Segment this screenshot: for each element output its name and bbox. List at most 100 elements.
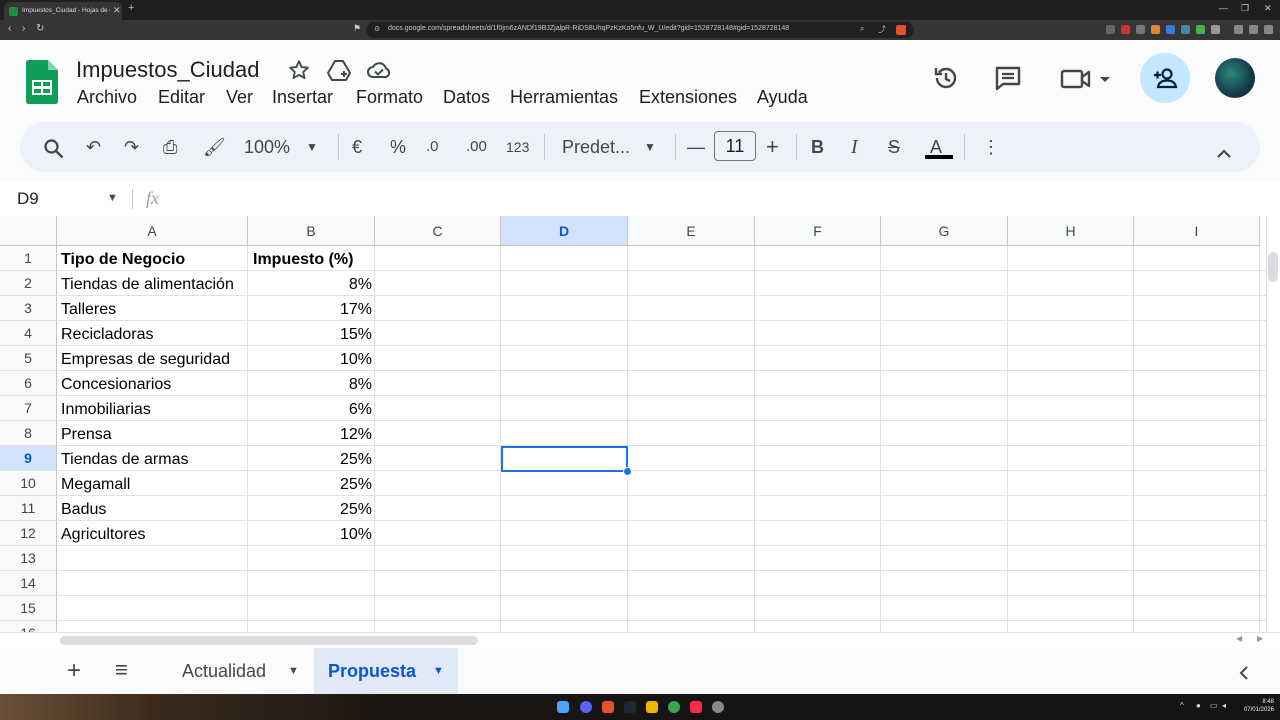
column-header-e[interactable]: E xyxy=(628,216,755,246)
extension-icon[interactable] xyxy=(1181,25,1190,34)
cell-a9[interactable]: Tiendas de armas xyxy=(61,447,246,472)
row-header-9[interactable]: 9 xyxy=(0,446,57,471)
cell-b3[interactable]: 17% xyxy=(252,297,372,322)
row-header-2[interactable]: 2 xyxy=(0,271,57,296)
minimize-icon[interactable]: — xyxy=(1219,3,1228,13)
menu-ver[interactable]: Ver xyxy=(226,87,253,108)
extension-icon[interactable] xyxy=(1121,25,1130,34)
mic-icon[interactable]: ● xyxy=(1196,701,1201,710)
column-header-i[interactable]: I xyxy=(1134,216,1260,246)
column-header-h[interactable]: H xyxy=(1008,216,1134,246)
more-options-icon[interactable]: ⋮ xyxy=(982,134,1000,160)
tray-expand-icon[interactable]: ^ xyxy=(1180,701,1184,710)
extension-icon[interactable] xyxy=(1211,25,1220,34)
music-icon[interactable] xyxy=(690,701,702,713)
row-header-11[interactable]: 11 xyxy=(0,496,57,521)
column-header-g[interactable]: G xyxy=(881,216,1008,246)
extension-icon[interactable] xyxy=(1196,25,1205,34)
volume-icon[interactable]: ◂ xyxy=(1222,701,1226,710)
cell-a12[interactable]: Agricultores xyxy=(61,522,246,547)
zoom-icon[interactable]: ⌕ xyxy=(860,24,864,34)
new-tab-icon[interactable]: + xyxy=(128,2,134,14)
percent-button[interactable]: % xyxy=(390,134,406,160)
cell-b4[interactable]: 15% xyxy=(252,322,372,347)
reload-icon[interactable]: ↻ xyxy=(36,23,44,34)
collapse-menus-icon[interactable] xyxy=(1216,140,1232,166)
vertical-scroll-thumb[interactable] xyxy=(1268,252,1278,282)
back-icon[interactable]: ‹ xyxy=(8,23,11,34)
cell-b2[interactable]: 8% xyxy=(252,272,372,297)
increase-font-size-icon[interactable]: + xyxy=(766,134,779,160)
cell-b12[interactable]: 10% xyxy=(252,522,372,547)
cell-a3[interactable]: Talleres xyxy=(61,297,246,322)
menu-ayuda[interactable]: Ayuda xyxy=(757,87,808,108)
row-header-8[interactable]: 8 xyxy=(0,421,57,446)
row-header-14[interactable]: 14 xyxy=(0,571,57,596)
network-icon[interactable]: ▭ xyxy=(1210,701,1218,710)
column-header-b[interactable]: B xyxy=(248,216,375,246)
restore-icon[interactable]: ❐ xyxy=(1241,3,1249,14)
spreadsheet-grid[interactable]: ABCDEFGHI 12345678910111213141516 Tipo d… xyxy=(0,216,1266,632)
row-header-13[interactable]: 13 xyxy=(0,546,57,571)
avatar[interactable] xyxy=(1215,58,1255,98)
cell-a10[interactable]: Megamall xyxy=(61,472,246,497)
scroll-right-icon[interactable]: ▶ xyxy=(1257,634,1263,643)
cell-b1[interactable]: Impuesto (%) xyxy=(253,247,373,272)
comments-icon[interactable] xyxy=(994,65,1022,91)
browser-tab[interactable]: Impuestos_Ciudad - Hojas de cál ✕ xyxy=(4,2,122,20)
row-header-3[interactable]: 3 xyxy=(0,296,57,321)
cell-a11[interactable]: Badus xyxy=(61,497,246,522)
cell-a6[interactable]: Concesionarios xyxy=(61,372,246,397)
scroll-left-icon[interactable]: ◀ xyxy=(1236,634,1242,643)
row-header-12[interactable]: 12 xyxy=(0,521,57,546)
cell-b9[interactable]: 25% xyxy=(252,447,372,472)
document-title[interactable]: Impuestos_Ciudad xyxy=(76,57,259,83)
chevron-left-icon[interactable] xyxy=(1238,665,1250,681)
row-header-10[interactable]: 10 xyxy=(0,471,57,496)
sheet-tab-actualidad[interactable]: Actualidad ▼ xyxy=(168,648,308,694)
increase-decimals-button[interactable]: .00 xyxy=(466,134,487,160)
paint-format-icon[interactable]: 🖌 xyxy=(203,134,226,160)
cell-b7[interactable]: 6% xyxy=(252,397,372,422)
cloud-saved-icon[interactable] xyxy=(366,61,392,79)
selected-cell-d9[interactable] xyxy=(501,446,628,472)
app-icon[interactable] xyxy=(712,701,724,713)
number-format-button[interactable]: 123 xyxy=(506,134,529,160)
forward-icon[interactable]: › xyxy=(22,23,25,34)
decrease-font-size-icon[interactable]: — xyxy=(687,134,705,160)
star-icon[interactable] xyxy=(288,59,310,81)
bold-button[interactable]: B xyxy=(811,134,824,160)
all-sheets-button[interactable]: ≡ xyxy=(115,657,128,683)
url-field[interactable]: ⚙ docs.google.com/spreadsheets/d/1f0jm6z… xyxy=(366,22,914,38)
cell-b11[interactable]: 25% xyxy=(252,497,372,522)
share-page-icon[interactable]: ⤴ xyxy=(878,24,886,35)
chevron-down-icon[interactable]: ▼ xyxy=(433,648,444,694)
version-history-icon[interactable] xyxy=(932,64,960,92)
site-info-icon[interactable]: ⚙ xyxy=(374,25,380,33)
font-size-input[interactable]: 11 xyxy=(714,131,756,161)
extension-icon[interactable] xyxy=(1151,25,1160,34)
discord-icon[interactable] xyxy=(580,701,592,713)
sheets-logo-icon[interactable] xyxy=(26,60,58,104)
row-header-6[interactable]: 6 xyxy=(0,371,57,396)
redo-icon[interactable]: ↷ xyxy=(124,134,139,160)
cell-b5[interactable]: 10% xyxy=(252,347,372,372)
cell-a2[interactable]: Tiendas de alimentación xyxy=(61,272,246,297)
menu-icon[interactable] xyxy=(1264,25,1273,34)
row-header-5[interactable]: 5 xyxy=(0,346,57,371)
menu-formato[interactable]: Formato xyxy=(356,87,423,108)
menu-editar[interactable]: Editar xyxy=(158,87,205,108)
menu-archivo[interactable]: Archivo xyxy=(77,87,137,108)
cell-a1[interactable]: Tipo de Negocio xyxy=(61,247,246,272)
print-icon[interactable]: ⎙ xyxy=(163,134,177,160)
close-window-icon[interactable]: ✕ xyxy=(1264,3,1272,14)
meet-icon[interactable] xyxy=(1060,67,1114,91)
name-box[interactable]: D9 xyxy=(17,189,39,209)
select-all-corner[interactable] xyxy=(0,216,57,246)
bookmark-icon[interactable]: ⚑ xyxy=(353,23,361,34)
font-select[interactable]: Predet... xyxy=(562,134,630,160)
column-header-c[interactable]: C xyxy=(375,216,501,246)
add-sheet-button[interactable]: + xyxy=(67,657,81,685)
row-header-4[interactable]: 4 xyxy=(0,321,57,346)
zoom-select[interactable]: 100% xyxy=(244,134,290,160)
